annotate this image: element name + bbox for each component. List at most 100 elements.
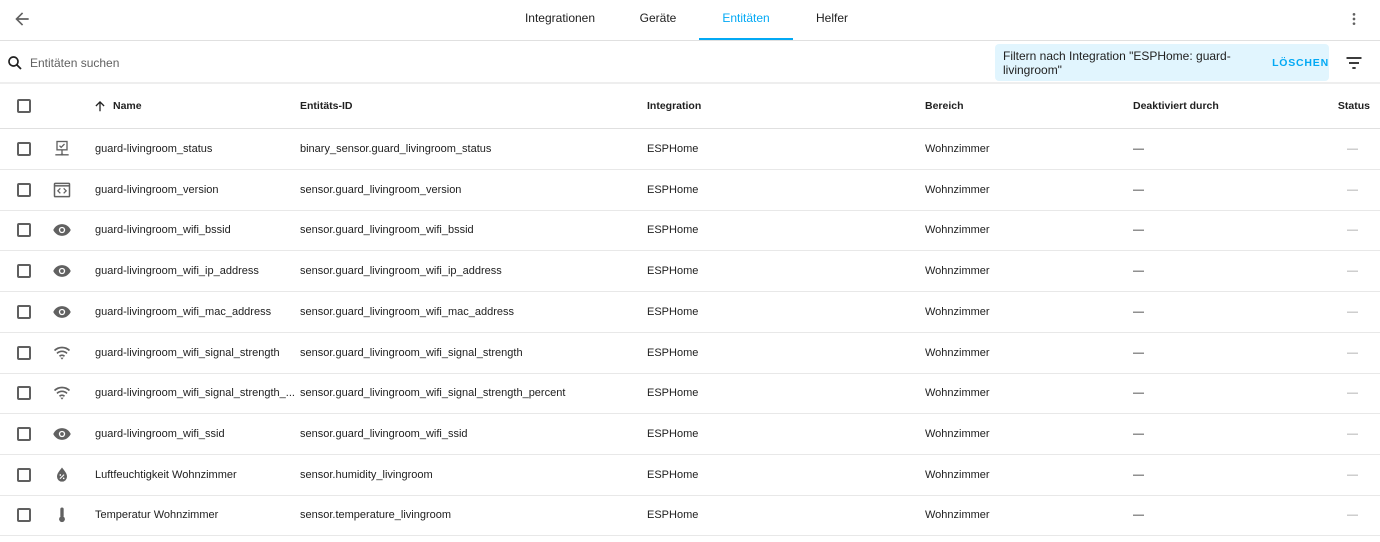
top-bar: Integrationen Geräte Entitäten Helfer (0, 0, 1380, 41)
row-checkbox[interactable] (17, 467, 31, 482)
table-row[interactable]: guard-livingroom_wifi_signal_strength se… (0, 333, 1380, 374)
table-row[interactable]: guard-livingroom_version sensor.guard_li… (0, 170, 1380, 211)
entity-disabled-by: — (1133, 265, 1144, 278)
entity-id: sensor.guard_livingroom_wifi_bssid (300, 224, 474, 237)
row-checkbox[interactable] (17, 426, 31, 441)
tab-integrations[interactable]: Integrationen (517, 0, 603, 40)
thermometer-icon (59, 507, 65, 523)
sort-ascending-icon (95, 101, 105, 112)
entity-id: sensor.guard_livingroom_wifi_signal_stre… (300, 387, 566, 400)
entity-integration: ESPHome (647, 346, 699, 359)
entity-status: — (1347, 346, 1358, 359)
eye-icon (53, 265, 71, 277)
entity-id: binary_sensor.guard_livingroom_status (300, 143, 492, 155)
entity-name: guard-livingroom_wifi_ip_address (95, 265, 259, 278)
filter-icon[interactable] (1344, 53, 1364, 73)
column-header-integration[interactable]: Integration (647, 84, 701, 128)
select-all-checkbox[interactable] (17, 99, 31, 113)
entity-id: sensor.guard_livingroom_wifi_mac_address (300, 305, 515, 318)
entity-status: — (1347, 427, 1358, 440)
row-checkbox[interactable] (17, 304, 31, 319)
entity-integration: ESPHome (647, 265, 699, 278)
row-checkbox[interactable] (17, 142, 31, 156)
entity-area: Wohnzimmer (925, 183, 990, 196)
entity-name: Temperatur Wohnzimmer (95, 509, 219, 522)
eye-icon (53, 305, 71, 318)
entity-disabled-by: — (1133, 224, 1144, 237)
table-row[interactable]: guard-livingroom_wifi_bssid sensor.guard… (0, 210, 1380, 252)
row-checkbox[interactable] (17, 264, 31, 279)
entity-status: — (1347, 305, 1358, 318)
entity-disabled-by: — (1133, 427, 1144, 440)
search-icon (8, 56, 22, 70)
entity-integration: ESPHome (647, 305, 699, 318)
row-checkbox[interactable] (17, 386, 31, 401)
tab-helpers[interactable]: Helfer (808, 0, 856, 40)
table-row[interactable]: guard-livingroom_wifi_ip_address sensor.… (0, 251, 1380, 293)
entity-area: Wohnzimmer (925, 305, 990, 318)
entity-id: sensor.guard_livingroom_wifi_ssid (300, 427, 468, 440)
entity-disabled-by: — (1133, 305, 1144, 318)
filter-text: Filtern nach Integration "ESPHome: guard… (1003, 48, 1231, 77)
column-header-name[interactable]: Name (95, 84, 142, 128)
entity-area: Wohnzimmer (925, 387, 990, 400)
entity-area: Wohnzimmer (925, 224, 990, 237)
entity-name: guard-livingroom_version (95, 183, 219, 196)
entity-status: — (1347, 265, 1358, 278)
clear-filter-button[interactable]: LÖSCHEN (1272, 57, 1329, 69)
tab-devices[interactable]: Geräte (630, 0, 686, 40)
entity-integration: ESPHome (647, 468, 699, 481)
entity-id: sensor.humidity_livingroom (300, 468, 433, 481)
entity-id: sensor.guard_livingroom_wifi_ip_address (300, 265, 502, 278)
entity-integration: ESPHome (647, 224, 699, 237)
column-header-status[interactable]: Status (1338, 84, 1370, 128)
row-checkbox[interactable] (17, 508, 31, 523)
entity-status: — (1347, 468, 1358, 481)
entity-disabled-by: — (1133, 143, 1144, 155)
table-row[interactable]: guard-livingroom_wifi_mac_address sensor… (0, 292, 1380, 333)
eye-icon (53, 224, 71, 237)
column-header-area[interactable]: Bereich (925, 84, 964, 128)
entity-disabled-by: — (1133, 346, 1144, 359)
table-row[interactable]: Temperatur Wohnzimmer sensor.temperature… (0, 495, 1380, 537)
entity-integration: ESPHome (647, 509, 699, 522)
search-bar: Filtern nach Integration "ESPHome: guard… (0, 41, 1380, 84)
tab-entities[interactable]: Entitäten (699, 0, 793, 40)
entity-disabled-by: — (1133, 468, 1144, 481)
table-row[interactable]: guard-livingroom_wifi_signal_strength_..… (0, 373, 1380, 415)
eye-icon (53, 428, 71, 440)
search-input[interactable] (30, 53, 430, 73)
more-vert-icon[interactable] (1346, 11, 1362, 27)
entity-area: Wohnzimmer (925, 509, 990, 522)
table-header: Name Entitäts-ID Integration Bereich Dea… (0, 84, 1380, 129)
entity-area: Wohnzimmer (925, 265, 990, 278)
entity-disabled-by: — (1133, 509, 1144, 522)
entity-status: — (1347, 224, 1358, 237)
entity-id: sensor.guard_livingroom_wifi_signal_stre… (300, 346, 523, 359)
entity-status: — (1347, 183, 1358, 196)
entity-id: sensor.guard_livingroom_version (300, 183, 462, 196)
row-checkbox[interactable] (17, 223, 31, 238)
column-header-disabled-by[interactable]: Deaktiviert durch (1133, 84, 1219, 128)
table-row[interactable]: guard-livingroom_wifi_ssid sensor.guard_… (0, 414, 1380, 455)
entity-status: — (1347, 509, 1358, 522)
column-header-id[interactable]: Entitäts-ID (300, 84, 353, 128)
table-row[interactable]: guard-livingroom_status binary_sensor.gu… (0, 129, 1380, 170)
entity-status: — (1347, 143, 1358, 155)
row-checkbox[interactable] (17, 345, 31, 360)
entity-integration: ESPHome (647, 427, 699, 440)
entity-area: Wohnzimmer (925, 427, 990, 440)
entity-area: Wohnzimmer (925, 346, 990, 359)
row-checkbox[interactable] (17, 182, 31, 197)
entity-name: guard-livingroom_wifi_ssid (95, 427, 225, 440)
back-arrow-icon[interactable] (12, 9, 32, 29)
entity-name: guard-livingroom_wifi_mac_address (95, 305, 272, 318)
entity-name: guard-livingroom_wifi_bssid (95, 224, 231, 237)
table-row[interactable]: Luftfeuchtigkeit Wohnzimmer sensor.humid… (0, 455, 1380, 496)
entity-area: Wohnzimmer (925, 143, 990, 155)
wifi-icon (53, 346, 71, 360)
entity-name: guard-livingroom_status (95, 143, 213, 155)
code-window-icon (53, 182, 71, 198)
entity-disabled-by: — (1133, 183, 1144, 196)
wifi-icon (53, 386, 71, 400)
